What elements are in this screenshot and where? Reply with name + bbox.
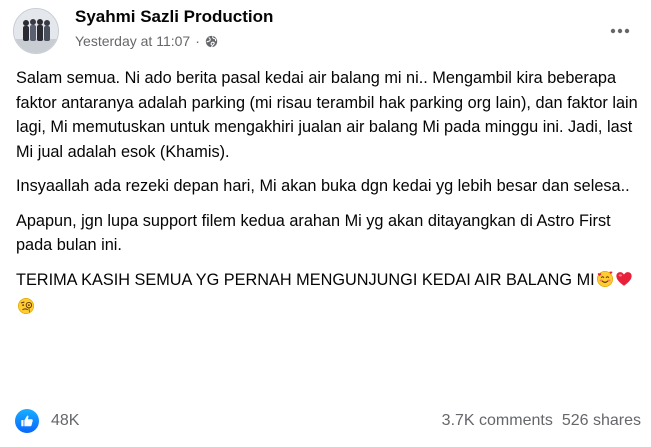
engagement-stats: 3.7K comments 526 shares (442, 412, 641, 430)
meta-separator: · (195, 33, 200, 49)
post-paragraph-2: Insyaallah ada rezeki depan hari, Mi aka… (16, 177, 630, 195)
shares-count[interactable]: 526 shares (562, 412, 641, 429)
globe-icon (205, 35, 218, 48)
post-body: Salam semua. Ni ado berita pasal kedai a… (16, 66, 638, 333)
like-icon[interactable] (15, 409, 39, 433)
page-name[interactable]: Syahmi Sazli Production (75, 7, 273, 27)
face-with-monocle-emoji (17, 297, 35, 323)
post-header: Syahmi Sazli Production Yesterday at 11:… (13, 6, 638, 54)
reaction-count[interactable]: 48K (51, 412, 79, 430)
more-horizontal-icon (610, 21, 630, 39)
post-timestamp[interactable]: Yesterday at 11:07 (75, 33, 190, 49)
smiling-face-with-hearts-emoji (596, 270, 614, 296)
post-paragraph-4: TERIMA KASIH SEMUA YG PERNAH MENGUNJUNGI… (16, 268, 638, 323)
post-paragraph-3: Apapun, jgn lupa support filem kedua ara… (16, 211, 611, 255)
post-footer: 48K 3.7K comments 526 shares (15, 409, 641, 435)
more-options-button[interactable] (602, 12, 638, 48)
post-paragraph-4-text: TERIMA KASIH SEMUA YG PERNAH MENGUNJUNGI… (16, 270, 595, 289)
comments-count[interactable]: 3.7K comments (442, 412, 553, 429)
post-paragraph-1: Salam semua. Ni ado berita pasal kedai a… (16, 69, 638, 161)
page-avatar[interactable] (13, 8, 59, 54)
red-heart-emoji (615, 270, 633, 296)
post-meta: Yesterday at 11:07 · (75, 33, 218, 49)
